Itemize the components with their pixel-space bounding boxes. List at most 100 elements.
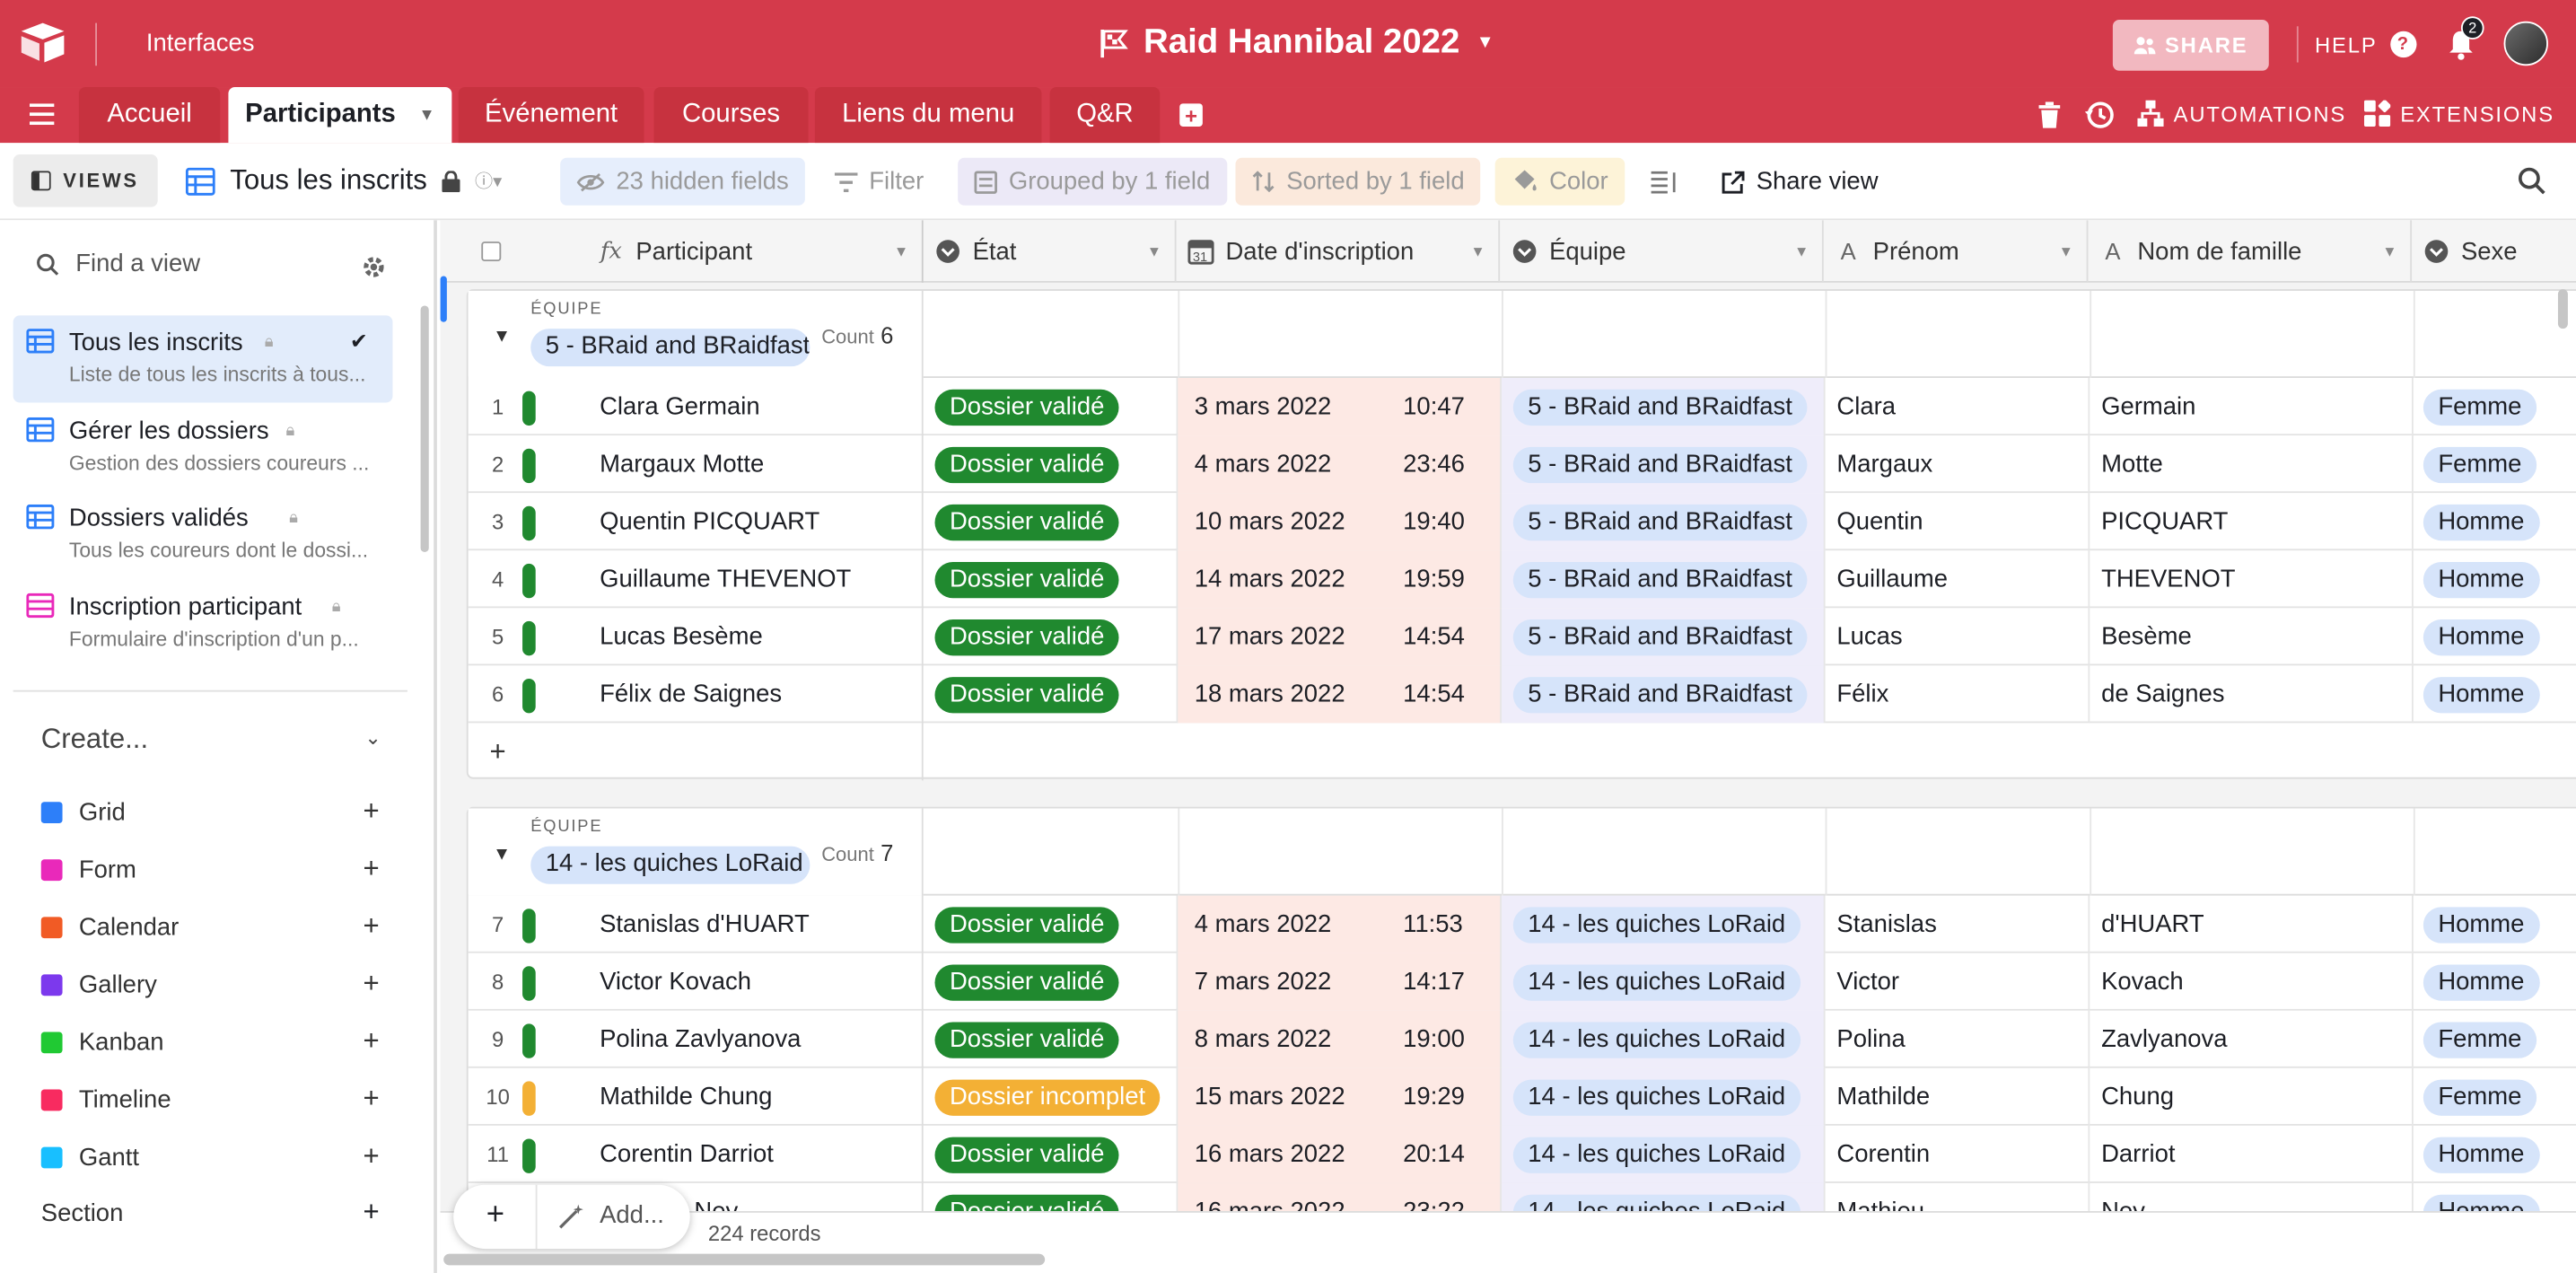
chevron-down-icon[interactable]: ▼ (2382, 243, 2396, 259)
sexe-cell[interactable]: Femme (2414, 378, 2576, 435)
prenom-cell[interactable]: Margaux (1826, 435, 2090, 494)
history-icon[interactable] (2084, 101, 2115, 130)
checkbox[interactable] (481, 241, 502, 262)
date-cell[interactable]: 8 mars 2022 19:00 (1178, 1010, 1502, 1068)
tab-courses[interactable]: Courses (653, 87, 809, 144)
equipe-cell[interactable]: 14 - les quiches LoRaid (1501, 1125, 1826, 1183)
date-cell[interactable]: 14 mars 2022 19:59 (1178, 550, 1502, 609)
chevron-down-icon[interactable]: ▼ (1470, 243, 1485, 259)
table-row[interactable]: 7 Stanislas d'HUART Dossier validé 4 mars 2… (468, 895, 2576, 953)
equipe-cell[interactable]: 5 - BRaid and BRaidfast (1501, 608, 1826, 666)
vertical-scrollbar[interactable] (2557, 289, 2568, 329)
help-button[interactable]: HELP ? (2315, 31, 2417, 58)
avatar[interactable] (2503, 21, 2548, 66)
sexe-cell[interactable]: Homme (2414, 493, 2576, 550)
extensions-button[interactable]: EXTENSIONS (2363, 100, 2554, 127)
table-row[interactable]: 4 Guillaume THEVENOT Dossier validé 14 mars… (468, 550, 2576, 609)
etat-cell[interactable]: Dossier validé (925, 608, 1178, 666)
group-header[interactable]: ▼ ÉQUIPE 14 - les quiches LoRaid Count 7 (468, 808, 2576, 896)
column-header-prenom[interactable]: A Prénom ▼ (1824, 220, 2089, 283)
nom-cell[interactable]: Motte (2090, 435, 2414, 494)
create-kanban-view[interactable]: Kanban + (40, 1023, 395, 1059)
sexe-cell[interactable]: Homme (2414, 608, 2576, 665)
nom-cell[interactable]: de Saignes (2090, 665, 2414, 724)
nom-cell[interactable]: Zavlyanova (2090, 1010, 2414, 1068)
nom-cell[interactable]: Chung (2090, 1067, 2414, 1126)
create-form-view[interactable]: Form + (40, 851, 395, 887)
primary-cell[interactable]: 4 Guillaume THEVENOT (469, 550, 924, 609)
column-header-etat[interactable]: État ▼ (924, 220, 1177, 283)
add-record-control[interactable]: + Add... (453, 1184, 690, 1250)
chevron-down-icon[interactable]: ▼ (2059, 243, 2073, 259)
chevron-down-icon[interactable]: ▼ (894, 243, 908, 259)
select-all-checkbox[interactable] (441, 220, 542, 283)
app-logo-icon[interactable] (20, 22, 66, 65)
table-row[interactable]: 2 Margaux Motte Dossier validé 4 mars 2022 2… (468, 435, 2576, 494)
collapse-triangle-icon[interactable]: ▼ (493, 327, 511, 347)
primary-cell[interactable]: 5 Lucas Besème (469, 608, 924, 666)
etat-cell[interactable]: Dossier validé (925, 1125, 1178, 1183)
etat-cell[interactable]: Dossier validé (925, 550, 1178, 609)
table-row[interactable]: 3 Quentin PICQUART Dossier validé 10 mars 2… (468, 493, 2576, 551)
info-icon[interactable]: ⓘ▾ (475, 168, 502, 194)
search-icon[interactable] (2517, 166, 2546, 196)
primary-cell[interactable]: 11 Corentin Darriot (469, 1125, 924, 1183)
prenom-cell[interactable]: Lucas (1826, 608, 2090, 666)
create-gallery-view[interactable]: Gallery + (40, 966, 395, 1002)
table-row[interactable]: 11 Corentin Darriot Dossier validé 16 mars … (468, 1125, 2576, 1183)
gear-icon[interactable] (362, 255, 386, 279)
column-header-sexe[interactable]: Sexe (2412, 220, 2576, 283)
prenom-cell[interactable]: Polina (1826, 1010, 2090, 1068)
nom-cell[interactable]: THEVENOT (2090, 550, 2414, 609)
sexe-cell[interactable]: Homme (2414, 896, 2576, 953)
sexe-cell[interactable]: Homme (2414, 550, 2576, 608)
group-header[interactable]: ▼ ÉQUIPE 5 - BRaid and BRaidfast Count 6 (468, 290, 2576, 378)
primary-cell[interactable]: 9 Polina Zavlyanova (469, 1010, 924, 1068)
tab-participants[interactable]: Participants ▼ (228, 87, 452, 144)
sidebar-scrollbar[interactable] (420, 305, 429, 553)
chevron-down-icon[interactable]: ▼ (1794, 243, 1809, 259)
plus-icon[interactable]: + (486, 1198, 504, 1233)
nom-cell[interactable]: Besème (2090, 608, 2414, 666)
equipe-cell[interactable]: 5 - BRaid and BRaidfast (1501, 435, 1826, 494)
equipe-cell[interactable]: 5 - BRaid and BRaidfast (1501, 377, 1826, 436)
date-cell[interactable]: 3 mars 2022 10:47 (1178, 377, 1502, 436)
table-row[interactable]: 10 Mathilde Chung Dossier incomplet 15 mars… (468, 1067, 2576, 1126)
equipe-cell[interactable]: 14 - les quiches LoRaid (1501, 895, 1826, 953)
table-row[interactable]: 6 Félix de Saignes Dossier validé 18 mars 2… (468, 665, 2576, 724)
sexe-cell[interactable]: Femme (2414, 1068, 2576, 1126)
primary-cell[interactable]: 8 Victor Kovach (469, 953, 924, 1011)
sexe-cell[interactable]: Homme (2414, 1126, 2576, 1183)
equipe-cell[interactable]: 14 - les quiches LoRaid (1501, 1067, 1826, 1126)
date-cell[interactable]: 17 mars 2022 14:54 (1178, 608, 1502, 666)
etat-cell[interactable]: Dossier validé (925, 1010, 1178, 1068)
equipe-cell[interactable]: 14 - les quiches LoRaid (1501, 1010, 1826, 1068)
prenom-cell[interactable]: Mathilde (1826, 1067, 2090, 1126)
color-button[interactable]: Color (1494, 157, 1625, 206)
section-label[interactable]: Section (41, 1199, 124, 1227)
date-cell[interactable]: 16 mars 2022 20:14 (1178, 1125, 1502, 1183)
etat-cell[interactable]: Dossier incomplet (925, 1067, 1178, 1126)
table-row[interactable]: 1 Clara Germain Dossier validé 3 mars 2022 1… (468, 377, 2576, 436)
prenom-cell[interactable]: Guillaume (1826, 550, 2090, 609)
prenom-cell[interactable]: Clara (1826, 377, 2090, 436)
equipe-cell[interactable]: 5 - BRaid and BRaidfast (1501, 493, 1826, 551)
primary-cell[interactable]: 3 Quentin PICQUART (469, 493, 924, 551)
views-toggle-button[interactable]: VIEWS (13, 154, 158, 207)
date-cell[interactable]: 4 mars 2022 11:53 (1178, 895, 1502, 953)
filter-button[interactable]: Filter (819, 158, 941, 206)
find-view-input[interactable]: Find a view (36, 250, 200, 277)
etat-cell[interactable]: Dossier validé (925, 895, 1178, 953)
sexe-cell[interactable]: Femme (2414, 435, 2576, 493)
group-button[interactable]: Grouped by 1 field (958, 157, 1227, 206)
sidebar-view-inscription-participant[interactable]: Inscription participant 🔒︎ Formulaire d'… (13, 580, 393, 667)
nom-cell[interactable]: d'HUART (2090, 895, 2414, 953)
etat-cell[interactable]: Dossier validé (925, 377, 1178, 436)
date-cell[interactable]: 4 mars 2022 23:46 (1178, 435, 1502, 494)
etat-cell[interactable]: Dossier validé (925, 665, 1178, 724)
date-cell[interactable]: 7 mars 2022 14:17 (1178, 953, 1502, 1011)
row-height-button[interactable] (1634, 158, 1694, 206)
tab-evenement[interactable]: Événement (458, 87, 644, 144)
prenom-cell[interactable]: Corentin (1826, 1125, 2090, 1183)
sidebar-view-dossiers-valides[interactable]: Dossiers validés 🔒︎ Tous les coureurs do… (13, 491, 393, 578)
